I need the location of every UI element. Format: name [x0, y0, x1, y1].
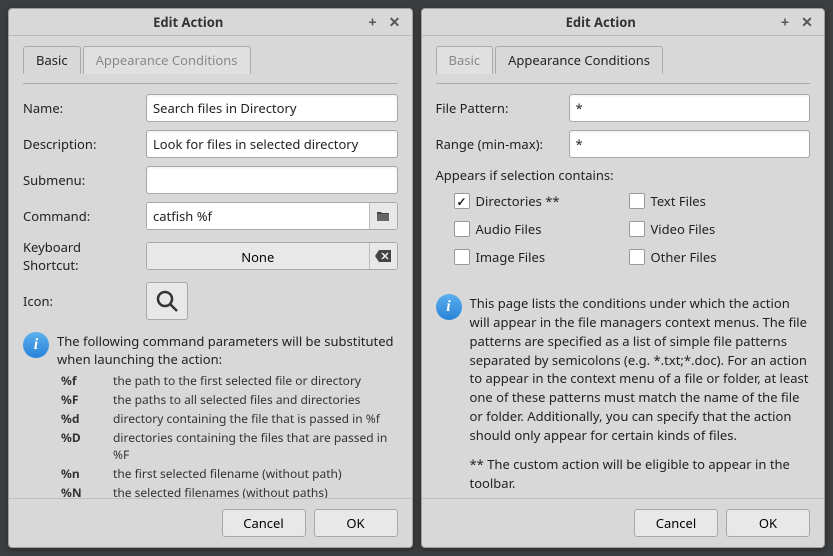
check-text-files[interactable]: Text Files: [629, 192, 764, 210]
titlebar: Edit Action + ✕: [422, 9, 825, 36]
tab-bar: Basic Appearance Conditions: [23, 46, 398, 74]
checkbox-icon: [454, 249, 470, 265]
icon-chooser-button[interactable]: [146, 282, 188, 320]
tab-basic[interactable]: Basic: [23, 46, 81, 74]
param-desc: the selected filenames (without paths): [113, 484, 328, 498]
param-desc: the paths to all selected files and dire…: [113, 391, 360, 408]
folder-icon: [376, 210, 390, 222]
check-audio-files[interactable]: Audio Files: [454, 220, 589, 238]
param-key: %F: [61, 391, 113, 408]
param-key: %f: [61, 372, 113, 389]
checkbox-icon: [629, 193, 645, 209]
checkbox-icon: [454, 193, 470, 209]
param-desc: directory containing the file that is pa…: [113, 410, 380, 427]
close-icon[interactable]: ✕: [386, 13, 404, 31]
info-icon: i: [436, 294, 462, 320]
description-label: Description:: [23, 135, 138, 153]
edit-action-window-basic: Edit Action + ✕ Basic Appearance Conditi…: [8, 8, 413, 548]
param-desc: the path to the first selected file or d…: [113, 372, 361, 389]
appears-label: Appears if selection contains:: [436, 166, 811, 184]
command-label: Command:: [23, 207, 138, 225]
check-image-files[interactable]: Image Files: [454, 248, 589, 266]
clear-icon: [375, 250, 391, 262]
range-label: Range (min-max):: [436, 135, 561, 153]
check-video-files[interactable]: Video Files: [629, 220, 764, 238]
titlebar: Edit Action + ✕: [9, 9, 412, 36]
ok-button[interactable]: OK: [314, 509, 398, 537]
checkbox-icon: [629, 249, 645, 265]
close-icon[interactable]: ✕: [798, 13, 816, 31]
range-input[interactable]: [569, 130, 811, 158]
param-key: %N: [61, 484, 113, 498]
window-keep-above-icon[interactable]: +: [364, 13, 382, 31]
checkbox-icon: [454, 221, 470, 237]
shortcut-label: Keyboard Shortcut:: [23, 238, 138, 274]
param-desc: directories containing the files that ar…: [113, 429, 398, 463]
submenu-input[interactable]: [146, 166, 398, 194]
file-pattern-input[interactable]: [569, 94, 811, 122]
browse-command-button[interactable]: [369, 203, 397, 229]
cancel-button[interactable]: Cancel: [634, 509, 718, 537]
submenu-label: Submenu:: [23, 171, 138, 189]
shortcut-button[interactable]: None: [147, 243, 369, 270]
clear-shortcut-button[interactable]: [369, 243, 397, 269]
checkbox-icon: [629, 221, 645, 237]
file-pattern-label: File Pattern:: [436, 99, 561, 117]
name-input[interactable]: [146, 94, 398, 122]
help-text: This page lists the conditions under whi…: [470, 294, 811, 445]
check-directories[interactable]: Directories **: [454, 192, 589, 210]
param-key: %D: [61, 429, 113, 463]
tab-bar: Basic Appearance Conditions: [436, 46, 811, 74]
param-desc: the first selected filename (without pat…: [113, 465, 342, 482]
info-icon: i: [23, 332, 49, 358]
param-key: %n: [61, 465, 113, 482]
cancel-button[interactable]: Cancel: [222, 509, 306, 537]
info-text: The following command parameters will be…: [57, 332, 398, 368]
ok-button[interactable]: OK: [726, 509, 810, 537]
icon-label: Icon:: [23, 292, 138, 310]
command-input[interactable]: [147, 203, 369, 229]
window-keep-above-icon[interactable]: +: [776, 13, 794, 31]
magnifier-icon: [155, 289, 179, 313]
window-title: Edit Action: [566, 13, 636, 31]
check-other-files[interactable]: Other Files: [629, 248, 764, 266]
edit-action-window-appearance: Edit Action + ✕ Basic Appearance Conditi…: [421, 8, 826, 548]
description-input[interactable]: [146, 130, 398, 158]
tab-basic[interactable]: Basic: [436, 46, 494, 74]
tab-appearance[interactable]: Appearance Conditions: [83, 46, 251, 74]
name-label: Name:: [23, 99, 138, 117]
window-title: Edit Action: [153, 13, 223, 31]
param-key: %d: [61, 410, 113, 427]
parameter-table: %fthe path to the first selected file or…: [61, 372, 398, 498]
help-text-toolbar: ** The custom action will be eligible to…: [470, 455, 811, 493]
tab-appearance[interactable]: Appearance Conditions: [495, 46, 663, 74]
